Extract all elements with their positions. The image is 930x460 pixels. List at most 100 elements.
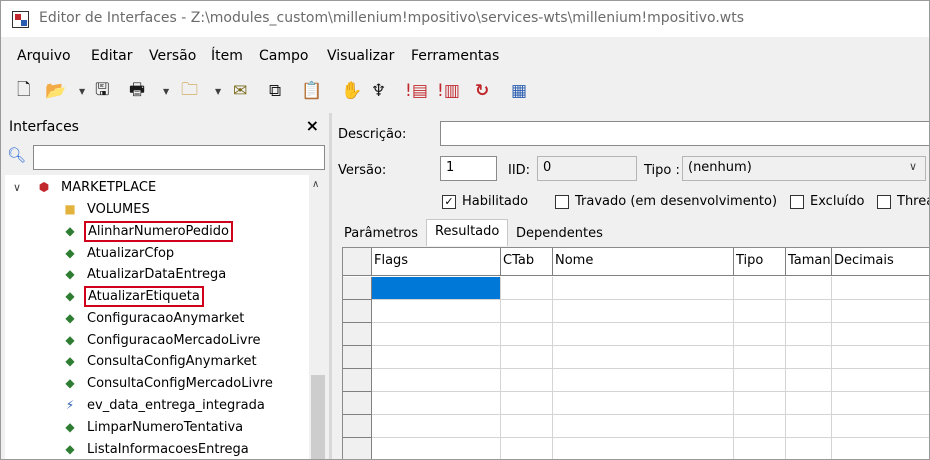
- grid-cell[interactable]: [553, 438, 734, 459]
- grid-cell[interactable]: [553, 346, 734, 369]
- menu-versao[interactable]: Versão: [149, 48, 196, 64]
- column-header-nome[interactable]: Nome: [553, 248, 734, 276]
- grid-cell[interactable]: [734, 438, 786, 459]
- row-indicator[interactable]: [343, 392, 372, 415]
- grid-cell[interactable]: [734, 277, 786, 300]
- grid-cell[interactable]: [501, 277, 553, 300]
- grid-cell[interactable]: [553, 323, 734, 346]
- grid-cell[interactable]: [553, 369, 734, 392]
- grid-cell[interactable]: [372, 277, 501, 300]
- grid-cell[interactable]: [372, 323, 501, 346]
- versao-field[interactable]: 1: [440, 156, 497, 181]
- grid-cell[interactable]: [553, 392, 734, 415]
- grid-cell[interactable]: [786, 300, 832, 323]
- grid-cell[interactable]: [372, 392, 501, 415]
- grid-cell[interactable]: [832, 346, 929, 369]
- new-folder-icon[interactable]: 🗀: [181, 79, 198, 103]
- grid-cell[interactable]: [734, 346, 786, 369]
- grid-cell[interactable]: [501, 300, 553, 323]
- grid-cell[interactable]: [372, 369, 501, 392]
- tree-node-consulta-config-mercado-livre[interactable]: ◆ ConsultaConfigMercadoLivre: [61, 373, 273, 393]
- new-document-icon[interactable]: 🗋: [17, 79, 31, 103]
- grid-cell[interactable]: [553, 415, 734, 438]
- menu-campo[interactable]: Campo: [259, 48, 308, 64]
- grid-cell[interactable]: [786, 415, 832, 438]
- copy-icon[interactable]: ⧉: [269, 79, 281, 103]
- menu-editar[interactable]: Editar: [91, 48, 132, 64]
- grid-cell[interactable]: [372, 346, 501, 369]
- grid-cell[interactable]: [501, 438, 553, 459]
- menu-item[interactable]: Ítem: [211, 48, 243, 64]
- grid-cell[interactable]: [832, 277, 929, 300]
- chevron-down-icon[interactable]: ▼: [79, 87, 85, 96]
- refresh-icon[interactable]: ↻: [475, 79, 489, 103]
- tree-node-atualizar-data-entrega[interactable]: ◆ AtualizarDataEntrega: [61, 264, 226, 284]
- grid-cell[interactable]: [501, 346, 553, 369]
- print-icon[interactable]: 🖶: [129, 79, 145, 103]
- grid-cell[interactable]: [786, 369, 832, 392]
- grid-cell[interactable]: [372, 415, 501, 438]
- tree-node-atualizar-etiqueta[interactable]: ◆ AtualizarEtiqueta: [61, 285, 204, 307]
- tree-node-ev-data-entrega-integrada[interactable]: ⚡ ev_data_entrega_integrada: [61, 395, 265, 415]
- threa-checkbox[interactable]: Threa: [877, 194, 929, 209]
- grid-cell[interactable]: [832, 369, 929, 392]
- debug-icon[interactable]: ♆: [371, 79, 386, 103]
- row-indicator[interactable]: [343, 346, 372, 369]
- tree-node-marketplace[interactable]: ∨ ⬢ MARKETPLACE: [5, 177, 305, 197]
- tree-scrollbar[interactable]: ∧: [309, 175, 327, 459]
- tree-node-volumes[interactable]: ■ VOLUMES: [61, 199, 149, 219]
- chevron-down-icon[interactable]: ▼: [215, 87, 221, 96]
- grid-cell[interactable]: [832, 392, 929, 415]
- grid-cell[interactable]: [734, 369, 786, 392]
- tree-node-limpar-numero-tentativa[interactable]: ◆ LimparNumeroTentativa: [61, 417, 243, 437]
- grid-cell[interactable]: [501, 369, 553, 392]
- tab-resultado[interactable]: Resultado: [426, 219, 509, 246]
- paste-icon[interactable]: 📋: [301, 79, 322, 103]
- tree-node-atualizar-cfop[interactable]: ◆ AtualizarCfop: [61, 243, 174, 263]
- row-indicator[interactable]: [343, 369, 372, 392]
- execute-icon[interactable]: ✋: [341, 79, 362, 103]
- habilitado-checkbox[interactable]: ✓ Habilitado: [442, 194, 528, 209]
- field-add-icon[interactable]: !▤: [405, 79, 428, 103]
- grid-cell[interactable]: [786, 346, 832, 369]
- tree-node-configuracao-anymarket[interactable]: ◆ ConfiguracaoAnymarket: [61, 308, 244, 328]
- grid-cell[interactable]: [734, 392, 786, 415]
- tab-parametros[interactable]: Parâmetros: [336, 222, 426, 245]
- grid-cell[interactable]: [832, 438, 929, 459]
- grid-cell[interactable]: [832, 323, 929, 346]
- row-indicator[interactable]: [343, 415, 372, 438]
- grid-icon[interactable]: ▦: [511, 79, 527, 103]
- grid-cell[interactable]: [501, 392, 553, 415]
- row-indicator[interactable]: [343, 277, 372, 300]
- grid-cell[interactable]: [786, 438, 832, 459]
- menu-visualizar[interactable]: Visualizar: [327, 48, 394, 64]
- save-icon[interactable]: 🖫: [95, 79, 109, 103]
- tree-node-alinhar-numero-pedido[interactable]: ◆ AlinharNumeroPedido: [61, 220, 233, 242]
- chevron-down-icon[interactable]: ∨: [909, 160, 917, 173]
- grid-cell[interactable]: [372, 438, 501, 459]
- tab-dependentes[interactable]: Dependentes: [508, 222, 611, 245]
- column-header-flags[interactable]: Flags: [372, 248, 501, 276]
- close-icon[interactable]: ×: [306, 116, 319, 135]
- travado-checkbox[interactable]: Travado (em desenvolvimento): [555, 194, 777, 209]
- grid-cell[interactable]: [501, 415, 553, 438]
- menu-arquivo[interactable]: Arquivo: [17, 48, 71, 64]
- grid-cell[interactable]: [553, 300, 734, 323]
- column-header-ctab[interactable]: CTab: [501, 248, 553, 276]
- chevron-up-icon[interactable]: ∧: [312, 179, 319, 190]
- grid-cell[interactable]: [734, 415, 786, 438]
- grid-cell[interactable]: [786, 277, 832, 300]
- grid-cell[interactable]: [734, 300, 786, 323]
- chevron-down-icon[interactable]: ∨: [13, 181, 21, 194]
- open-icon[interactable]: ✉: [233, 79, 247, 103]
- grid-cell[interactable]: [553, 277, 734, 300]
- descricao-field[interactable]: [440, 121, 929, 146]
- grid-cell[interactable]: [832, 300, 929, 323]
- row-indicator[interactable]: [343, 438, 372, 459]
- excluido-checkbox[interactable]: Excluído: [790, 194, 865, 209]
- row-indicator[interactable]: [343, 323, 372, 346]
- grid-cell[interactable]: [786, 323, 832, 346]
- search-input[interactable]: [33, 145, 325, 170]
- scrollbar-thumb[interactable]: [311, 375, 325, 459]
- search-icon[interactable]: 🔍︎: [7, 146, 26, 164]
